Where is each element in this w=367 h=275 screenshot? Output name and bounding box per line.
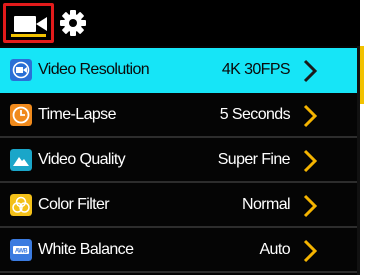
- chevron-right-icon[interactable]: [302, 104, 318, 128]
- menu-item-value: Auto: [259, 241, 290, 258]
- menu-item-value: 4K 30FPS: [221, 61, 291, 78]
- awb-icon-text: AWB: [15, 249, 28, 255]
- tab-video[interactable]: [3, 3, 54, 43]
- menu-item-value: 5 Seconds: [219, 106, 291, 123]
- chevron-right-icon[interactable]: [302, 59, 318, 83]
- menu-item-white-balance[interactable]: AWB White Balance Auto: [0, 228, 360, 273]
- top-bar: [0, 0, 360, 46]
- gear-icon[interactable]: [59, 9, 87, 37]
- scrollbar[interactable]: [360, 46, 367, 275]
- video-camera-icon: [14, 16, 47, 32]
- menu-item-time-lapse[interactable]: Time-Lapse 5 Seconds: [0, 93, 360, 138]
- chevron-right-icon[interactable]: [302, 239, 318, 263]
- menu-item-label: Video Quality: [38, 151, 126, 168]
- active-tab-underline: [11, 34, 46, 37]
- menu-item-video-resolution[interactable]: Video Resolution 4K 30FPS: [0, 48, 360, 93]
- settings-list: Video Resolution 4K 30FPS Time-Lapse 5 S…: [0, 48, 360, 273]
- menu-item-label: Video Resolution: [38, 61, 150, 78]
- menu-item-label: Time-Lapse: [38, 106, 116, 123]
- chevron-right-icon[interactable]: [302, 194, 318, 218]
- chevron-right-icon[interactable]: [302, 149, 318, 173]
- menu-item-value: Super Fine: [217, 151, 291, 168]
- awb-icon: AWB: [10, 239, 32, 261]
- camera-menu-screen: Video Resolution 4K 30FPS Time-Lapse 5 S…: [0, 0, 360, 275]
- menu-item-label: Color Filter: [38, 196, 110, 213]
- row-divider: [0, 271, 360, 273]
- clock-icon: [10, 104, 32, 126]
- video-resolution-icon: [10, 59, 32, 81]
- menu-item-label: White Balance: [38, 241, 134, 258]
- menu-item-video-quality[interactable]: Video Quality Super Fine: [0, 138, 360, 183]
- menu-item-value: Normal: [242, 196, 291, 213]
- color-filter-icon: [10, 194, 32, 216]
- scrollbar-thumb[interactable]: [360, 46, 364, 104]
- menu-item-color-filter[interactable]: Color Filter Normal: [0, 183, 360, 228]
- mountain-icon: [10, 149, 32, 171]
